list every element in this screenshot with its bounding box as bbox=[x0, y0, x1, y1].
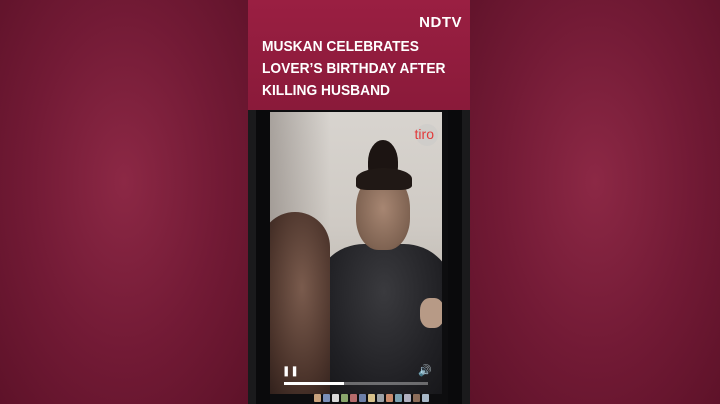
headline-line-2: LOVER’S BIRTHDAY AFTER bbox=[262, 60, 446, 77]
pause-icon[interactable]: ❚❚ bbox=[282, 366, 299, 377]
thumbnail-4 bbox=[350, 394, 357, 402]
hand bbox=[420, 298, 442, 328]
watermark-logo: tiro bbox=[414, 126, 434, 142]
phone-bezel-right bbox=[448, 110, 462, 404]
headline: MUSKAN CELEBRATES LOVER’S BIRTHDAY AFTER… bbox=[262, 36, 462, 102]
thumbnail-2 bbox=[332, 394, 339, 402]
thumbnail-3 bbox=[341, 394, 348, 402]
header-banner: NDTV MUSKAN CELEBRATES LOVER’S BIRTHDAY … bbox=[248, 0, 470, 110]
thumbnail-8 bbox=[386, 394, 393, 402]
thumbnail-7 bbox=[377, 394, 384, 402]
hair-front bbox=[356, 168, 412, 190]
thumbnail-6 bbox=[368, 394, 375, 402]
right-background bbox=[470, 0, 720, 404]
thumbnail-12 bbox=[422, 394, 429, 402]
volume-icon[interactable]: 🔊 bbox=[418, 364, 432, 377]
progress-bar[interactable] bbox=[284, 382, 428, 385]
thumbnail-9 bbox=[395, 394, 402, 402]
video-player[interactable]: tiro ❚❚ 🔊 bbox=[256, 110, 462, 404]
thumbnail-11 bbox=[413, 394, 420, 402]
thumbnail-10 bbox=[404, 394, 411, 402]
headline-line-3: KILLING HUSBAND bbox=[262, 82, 391, 99]
shorts-panel: NDTV MUSKAN CELEBRATES LOVER’S BIRTHDAY … bbox=[248, 0, 470, 404]
video-frame: tiro ❚❚ 🔊 bbox=[270, 112, 442, 394]
thumbnail-strip bbox=[314, 394, 429, 402]
thumbnail-0 bbox=[314, 394, 321, 402]
phone-bezel-left bbox=[256, 110, 270, 404]
left-background bbox=[0, 0, 248, 404]
headline-line-1: MUSKAN CELEBRATES bbox=[262, 38, 419, 55]
progress-fill bbox=[284, 382, 345, 385]
ndtv-logo: NDTV bbox=[419, 14, 462, 31]
thumbnail-5 bbox=[359, 394, 366, 402]
thumbnail-1 bbox=[323, 394, 330, 402]
woman-figure bbox=[270, 212, 330, 394]
